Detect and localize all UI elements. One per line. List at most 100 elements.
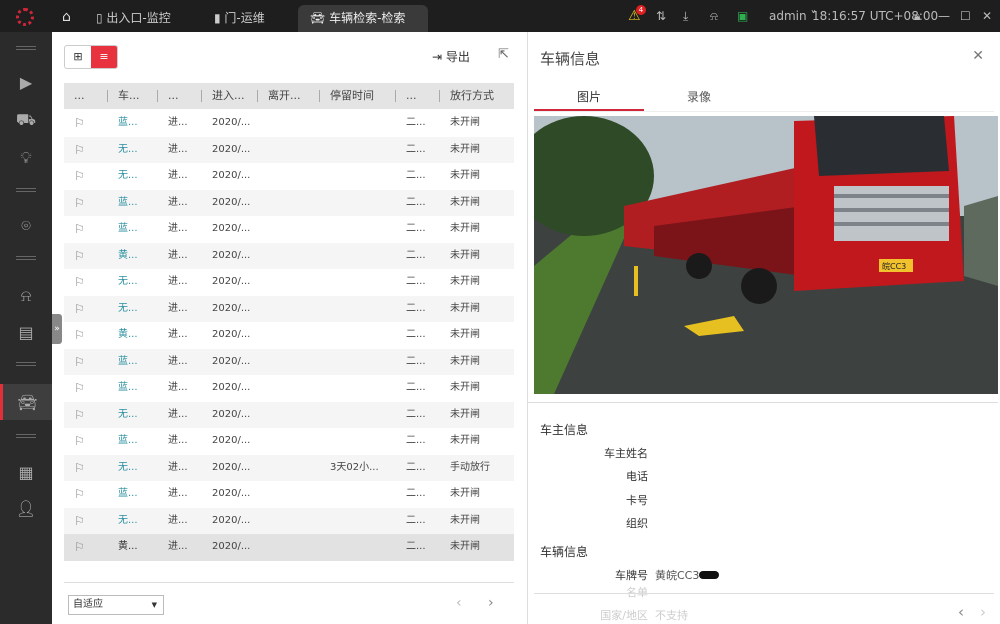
flag-icon[interactable]: ⚐: [64, 243, 108, 270]
table-cell: 无...: [118, 302, 138, 314]
col-header[interactable]: ...: [158, 83, 202, 109]
table-cell: 2020/...: [212, 143, 251, 155]
table-cell: [320, 349, 396, 376]
col-header[interactable]: 放行方式: [440, 83, 514, 109]
table-cell: 手动放行: [450, 461, 490, 473]
table-row[interactable]: ⚐ 无... 进... 2020/... 二... 未开闸: [64, 295, 514, 323]
table-cell: [258, 269, 320, 296]
flag-icon[interactable]: ⚐: [64, 322, 108, 349]
live-view-icon[interactable]: ▶: [0, 64, 52, 100]
flag-icon[interactable]: ⚐: [64, 190, 108, 217]
flag-icon[interactable]: ⚐: [64, 216, 108, 243]
export-button[interactable]: ⇥ 导出: [432, 48, 470, 65]
transfer-icon[interactable]: ⇅: [656, 0, 666, 32]
col-header[interactable]: 车...: [108, 83, 158, 109]
lock-icon[interactable]: 🔒︎: [914, 0, 920, 32]
table-row[interactable]: ⚐ 蓝... 进... 2020/... 二... 未开闸: [64, 216, 514, 243]
tab-vehicle-search[interactable]: 🚘︎ 车辆检索-检索: [298, 5, 428, 32]
tab-door-ops[interactable]: ▮ 门-运维: [202, 5, 277, 32]
table-row[interactable]: ⚐ 蓝... 进... 2020/... 二... 未开闸: [64, 348, 514, 376]
popout-icon[interactable]: ⇱: [498, 47, 509, 62]
table-cell: 未开闸: [450, 143, 480, 155]
flag-icon[interactable]: ⚐: [64, 110, 108, 137]
table-cell: 二...: [406, 408, 426, 420]
table-row[interactable]: ⚐ 蓝... 进... 2020/... 二... 未开闸: [64, 110, 514, 137]
table-row[interactable]: ⚐ 黄... 进... 2020/... 二... 未开闸: [64, 322, 514, 349]
flag-icon[interactable]: ⚐: [64, 508, 108, 535]
prev-page-button[interactable]: ‹: [456, 595, 462, 611]
monitor-icon[interactable]: ▣: [737, 0, 748, 32]
table-cell: 2020/...: [212, 223, 251, 234]
tab-picture[interactable]: 图片: [534, 86, 644, 111]
maintenance-icon[interactable]: ▦: [0, 454, 52, 490]
report-icon[interactable]: ▤: [0, 314, 52, 350]
table-row[interactable]: ⚐ 黄... 进... 2020/... 二... 未开闸: [64, 242, 514, 270]
next-record-button[interactable]: ›: [980, 603, 986, 621]
home-icon[interactable]: ⌂: [62, 9, 71, 25]
expand-sidebar-handle[interactable]: »: [52, 314, 62, 344]
flag-icon[interactable]: ⚐: [64, 269, 108, 296]
car-icon: 🚘︎: [310, 11, 330, 25]
face-icon[interactable]: ⌾: [0, 208, 52, 244]
next-page-button[interactable]: ›: [488, 595, 494, 611]
vehicle-icon[interactable]: ⛟: [0, 102, 52, 138]
plate-value: 黄皖CC3: [655, 567, 720, 583]
col-header[interactable]: 进入...: [202, 83, 258, 109]
flag-icon[interactable]: ⚐: [64, 481, 108, 508]
download-icon[interactable]: ⤓: [683, 0, 688, 32]
bulb-icon[interactable]: 💡︎: [0, 140, 52, 176]
col-header[interactable]: ...: [396, 83, 440, 109]
table-row[interactable]: ⚐ 无... 进... 2020/... 二... 未开闸: [64, 163, 514, 190]
table-cell: 3天02小...: [330, 461, 379, 473]
tab-entrance-monitor[interactable]: ▯ 出入口-监控: [84, 5, 183, 32]
layout-select[interactable]: 自适应 ▼: [68, 595, 164, 615]
table-row[interactable]: ⚐ 蓝... 进... 2020/... 二... 未开闸: [64, 481, 514, 508]
table-row[interactable]: ⚐ 蓝... 进... 2020/... 二... 未开闸: [64, 375, 514, 402]
grid-view-button[interactable]: ⊞: [65, 46, 91, 68]
table-row[interactable]: ⚐ 蓝... 进... 2020/... 二... 未开闸: [64, 189, 514, 217]
user-menu[interactable]: admin ˅: [769, 0, 816, 32]
table-row[interactable]: ⚐ 蓝... 进... 2020/... 二... 未开闸: [64, 428, 514, 455]
table-cell: 进...: [168, 117, 188, 128]
alarm-icon[interactable]: ⍾: [710, 0, 718, 32]
table-row[interactable]: ⚐ 无... 进... 2020/... 二... 未开闸: [64, 401, 514, 429]
flag-icon[interactable]: ⚐: [64, 428, 108, 455]
col-header[interactable]: ...: [64, 83, 108, 109]
flag-icon[interactable]: ⚐: [64, 349, 108, 376]
alarm-sidebar-icon[interactable]: ⍾: [0, 278, 52, 314]
maximize-button[interactable]: ☐: [960, 0, 971, 32]
table-cell: 2020/...: [212, 276, 251, 287]
table-cell: [320, 375, 396, 402]
region-label: 国家/地区: [600, 609, 648, 622]
table-row[interactable]: ⚐ 无... 进... 2020/... 二... 未开闸: [64, 269, 514, 296]
table-cell: 二...: [406, 117, 426, 128]
col-header[interactable]: 离开...: [258, 83, 320, 109]
tab-video[interactable]: 录像: [644, 86, 754, 111]
table-row[interactable]: ⚐ 无... 进... 2020/... 二... 未开闸: [64, 136, 514, 164]
flag-icon[interactable]: ⚐: [64, 402, 108, 429]
col-header[interactable]: 停留时间: [320, 83, 396, 109]
table-row[interactable]: ⚐ 无... 进... 2020/... 3天02小... 二... 手动放行: [64, 454, 514, 482]
vehicle-photo[interactable]: 皖CC3: [534, 116, 998, 394]
table-cell: 2020/...: [212, 408, 251, 420]
close-window-button[interactable]: ✕: [982, 0, 992, 32]
table-cell: 未开闸: [450, 435, 480, 446]
user-admin-icon[interactable]: 👤︎: [0, 490, 52, 526]
table-row[interactable]: ⚐ 无... 进... 2020/... 二... 未开闸: [64, 507, 514, 535]
table-cell: 未开闸: [450, 249, 480, 261]
flag-icon[interactable]: ⚐: [64, 296, 108, 323]
flag-icon[interactable]: ⚐: [64, 137, 108, 164]
chevron-down-icon: ▼: [151, 601, 157, 609]
prev-record-button[interactable]: ‹: [958, 603, 964, 621]
table-row[interactable]: ⚐ 黄... 进... 2020/... 二... 未开闸: [64, 534, 514, 561]
vehicle-search-icon[interactable]: 🚘︎: [0, 384, 52, 420]
flag-icon[interactable]: ⚐: [64, 163, 108, 190]
flag-icon[interactable]: ⚐: [64, 375, 108, 402]
close-panel-button[interactable]: ✕: [972, 48, 984, 64]
flag-icon[interactable]: ⚐: [64, 455, 108, 482]
table-cell: [258, 428, 320, 455]
flag-icon[interactable]: ⚐: [64, 534, 108, 561]
org-label: 组织: [626, 517, 648, 530]
list-view-button[interactable]: ≡: [91, 46, 117, 68]
minimize-button[interactable]: —: [938, 0, 950, 32]
